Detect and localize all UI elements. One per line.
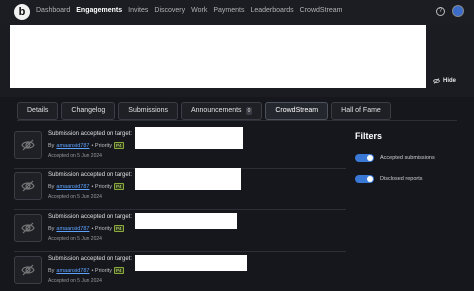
accepted-date: Accepted on 5 Jun 2024 — [48, 236, 102, 242]
researcher-link[interactable]: amaansid787 — [56, 226, 89, 232]
accepted-label: Accepted submissions — [380, 155, 435, 161]
priority-label: • Priority — [91, 142, 113, 149]
nav-item-engagements[interactable]: Engagements — [76, 7, 122, 14]
nav-item-dashboard[interactable]: Dashboard — [36, 7, 70, 14]
priority-label: • Priority — [91, 183, 113, 190]
priority-label: • Priority — [91, 225, 113, 232]
redacted-target — [135, 255, 247, 271]
priority-badge: P4 — [114, 225, 124, 232]
item-title: Submission accepted on target: — [48, 214, 133, 220]
list-item: Submission accepted on target: By amaans… — [14, 252, 346, 291]
banner-image — [10, 25, 426, 88]
filter-accepted: Accepted submissions — [355, 154, 435, 162]
hidden-report-icon — [14, 256, 42, 284]
list-item: Submission accepted on target: By amaans… — [14, 210, 346, 252]
hide-button[interactable]: Hide — [433, 78, 456, 84]
tabs-divider — [17, 120, 457, 121]
avatar[interactable] — [452, 5, 464, 17]
bugcrowd-logo[interactable]: b — [14, 4, 30, 20]
researcher-link[interactable]: amaansid787 — [56, 184, 89, 190]
engagement-tabs: Details Changelog Submissions Announceme… — [17, 102, 391, 120]
list-item: Submission accepted on target: By amaans… — [14, 168, 346, 210]
accepted-toggle[interactable] — [355, 154, 374, 162]
tab-announcements-label: Announcements — [190, 107, 242, 114]
researcher-link[interactable]: amaansid787 — [56, 143, 89, 149]
item-meta: By amaansid787 • Priority P4 — [48, 142, 124, 149]
hide-label: Hide — [443, 78, 457, 84]
by-label: By — [48, 142, 55, 149]
item-title: Submission accepted on target: — [48, 256, 133, 262]
tab-details[interactable]: Details — [17, 102, 59, 120]
researcher-link[interactable]: amaansid787 — [56, 268, 89, 274]
priority-badge: P4 — [114, 267, 124, 274]
hidden-report-icon — [14, 172, 42, 200]
accepted-date: Accepted on 5 Jun 2024 — [48, 194, 102, 200]
item-title: Submission accepted on target: — [48, 131, 133, 137]
nav-item-discovery[interactable]: Discovery — [154, 7, 185, 14]
accepted-date: Accepted on 5 Jun 2024 — [48, 278, 102, 284]
accepted-date: Accepted on 5 Jun 2024 — [48, 153, 102, 159]
tab-crowdstream[interactable]: CrowdStream — [265, 102, 329, 120]
redacted-target — [135, 213, 237, 229]
item-meta: By amaansid787 • Priority P4 — [48, 267, 124, 274]
tab-submissions[interactable]: Submissions — [118, 102, 178, 120]
nav-item-work[interactable]: Work — [191, 7, 207, 14]
tab-hall-of-fame[interactable]: Hall of Fame — [331, 102, 391, 120]
announcements-count-badge: 0 — [245, 107, 253, 115]
tab-changelog[interactable]: Changelog — [61, 102, 116, 120]
hidden-report-icon — [14, 131, 42, 159]
help-icon[interactable]: ? — [436, 7, 445, 16]
item-meta: By amaansid787 • Priority P4 — [48, 183, 124, 190]
by-label: By — [48, 183, 55, 190]
by-label: By — [48, 267, 55, 274]
priority-label: • Priority — [91, 267, 113, 274]
nav-item-leaderboards[interactable]: Leaderboards — [250, 7, 293, 14]
disclosed-label: Disclosed reports — [380, 176, 423, 182]
filter-disclosed: Disclosed reports — [355, 175, 423, 183]
redacted-target — [135, 127, 243, 149]
by-label: By — [48, 225, 55, 232]
filters-heading: Filters — [355, 131, 383, 141]
item-meta: By amaansid787 • Priority P4 — [48, 225, 124, 232]
nav-item-crowdstream[interactable]: CrowdStream — [300, 7, 343, 14]
priority-badge: P4 — [114, 183, 124, 190]
tab-announcements[interactable]: Announcements 0 — [180, 102, 263, 120]
redacted-target — [135, 168, 241, 190]
disclosed-toggle[interactable] — [355, 175, 374, 183]
nav-item-payments[interactable]: Payments — [213, 7, 244, 14]
list-item: Submission accepted on target: By amaans… — [14, 127, 346, 169]
item-title: Submission accepted on target: — [48, 172, 133, 178]
hidden-report-icon — [14, 214, 42, 242]
nav-menu: Dashboard Engagements Invites Discovery … — [36, 7, 342, 14]
top-nav: b Dashboard Engagements Invites Discover… — [0, 0, 474, 25]
eye-off-icon — [433, 78, 440, 84]
nav-item-invites[interactable]: Invites — [128, 7, 148, 14]
priority-badge: P4 — [114, 142, 124, 149]
